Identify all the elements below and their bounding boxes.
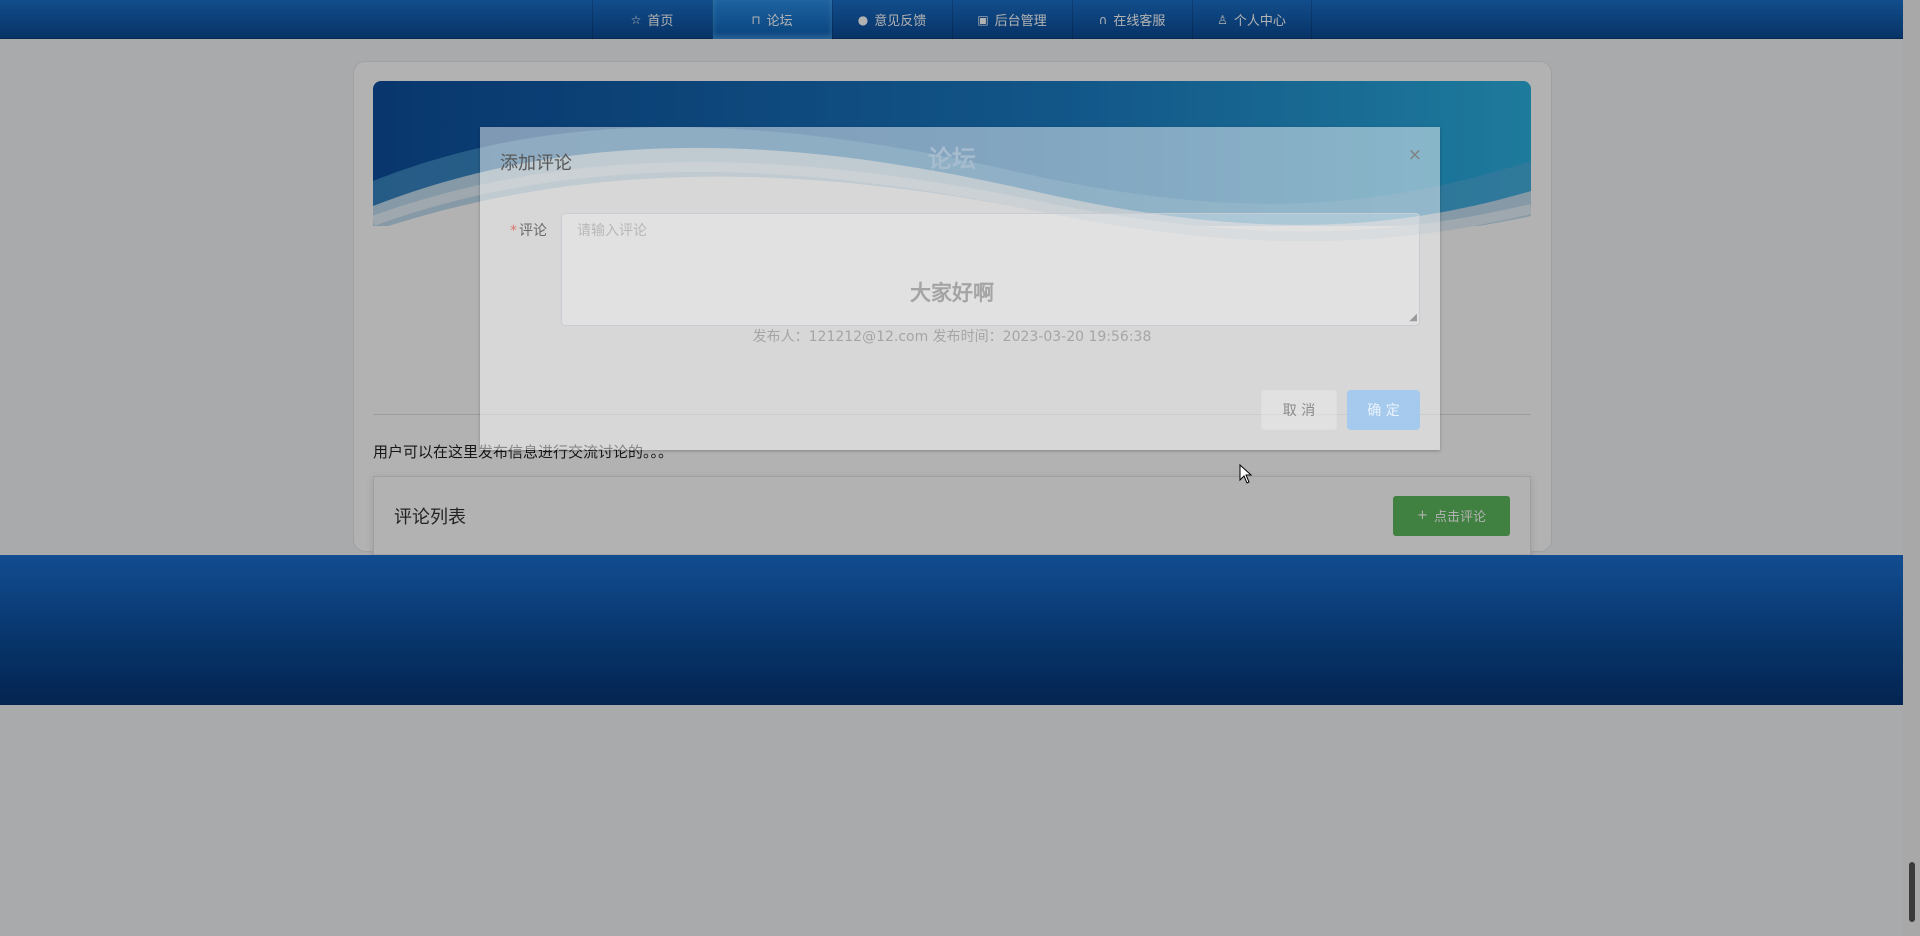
- comment-field-label: * 评论: [510, 220, 547, 240]
- resize-grip-icon[interactable]: ◢: [1409, 312, 1417, 323]
- dialog-title: 添加评论: [500, 153, 572, 174]
- mouse-cursor-icon: [1239, 464, 1253, 484]
- comment-textarea[interactable]: 请输入评论 ◢: [561, 213, 1420, 326]
- cancel-button[interactable]: 取 消: [1261, 390, 1337, 430]
- add-comment-dialog: 添加评论 × * 评论 请输入评论 ◢ 取 消 确 定: [480, 127, 1440, 450]
- comment-field-label-text: 评论: [519, 223, 547, 239]
- confirm-button[interactable]: 确 定: [1347, 390, 1420, 430]
- comment-placeholder: 请输入评论: [577, 223, 647, 239]
- required-mark: *: [510, 223, 517, 239]
- close-icon[interactable]: ×: [1408, 145, 1422, 165]
